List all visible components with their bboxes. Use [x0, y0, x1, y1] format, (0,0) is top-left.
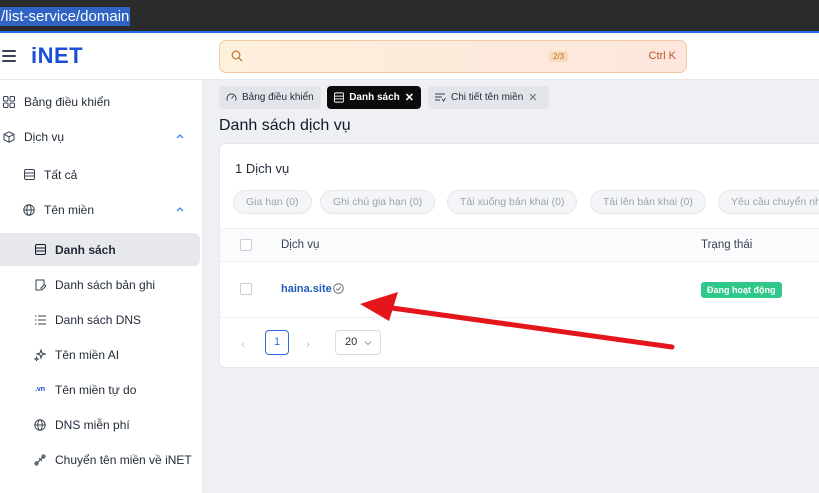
menu-icon[interactable] [2, 50, 16, 62]
row-checkbox[interactable] [240, 283, 252, 295]
database-icon [33, 243, 47, 257]
service-list-card: 1 Dịch vụ Gia hạn (0) Ghi chú gia hạn (0… [219, 143, 819, 368]
tab-label: Bảng điều khiển [242, 92, 314, 103]
table-header: Dịch vụ Trạng thái [220, 228, 819, 262]
cube-icon [2, 130, 16, 144]
sidebar-item-domains[interactable]: Tên miền [0, 193, 200, 226]
page-size-select[interactable]: 20 [335, 330, 381, 355]
list-icon [33, 313, 47, 327]
filter-upload-declaration[interactable]: Tải lên bản khai (0) [590, 190, 706, 214]
column-service[interactable]: Dịch vụ [281, 239, 319, 251]
sidebar-item-ai-domain[interactable]: Tên miền AI [0, 338, 200, 371]
status-badge: Đang hoạt động [701, 282, 782, 298]
sidebar-item-label: Bảng điều khiển [24, 94, 111, 109]
tab-list[interactable]: Danh sách ✕ [327, 86, 421, 109]
page-size-value: 20 [345, 336, 358, 348]
search-input[interactable]: 2/3 Ctrl K [219, 40, 687, 73]
sidebar-item-dns[interactable]: Danh sách DNS [0, 303, 200, 336]
chevron-up-icon [176, 207, 184, 212]
sidebar-item-label: Danh sách DNS [55, 312, 142, 327]
chevron-up-icon [176, 134, 184, 139]
document-edit-icon [33, 278, 47, 292]
globe-icon [33, 418, 47, 432]
sidebar-item-all[interactable]: Tất cả [0, 158, 200, 191]
sidebar-item-label: Danh sách [55, 242, 116, 257]
search-icon [231, 50, 243, 62]
sidebar-item-label: Tất cả [44, 167, 78, 182]
tab-label: Chi tiết tên miền [451, 92, 524, 103]
sidebar-item-label: Tên miền AI [55, 347, 120, 362]
filter-download-declaration[interactable]: Tải xuống bản khai (0) [447, 190, 578, 214]
database-icon [22, 168, 36, 182]
chevron-down-icon [364, 341, 372, 346]
verified-icon [333, 283, 344, 294]
domain-link[interactable]: haina.site [281, 283, 332, 295]
transfer-icon [33, 453, 47, 467]
filter-transfer-request[interactable]: Yêu cầu chuyển nh [718, 190, 819, 214]
gauge-icon [226, 93, 237, 101]
page-title: Danh sách dịch vụ [219, 117, 351, 134]
sidebar-item-label: Danh sách bản ghi [55, 277, 156, 292]
dashboard-icon [2, 95, 16, 109]
tab-domain-detail[interactable]: Chi tiết tên miền ✕ [428, 86, 549, 109]
list-filter-icon [435, 93, 446, 102]
close-icon[interactable]: ✕ [405, 91, 414, 104]
browser-url-bar[interactable]: /list-service/domain [0, 0, 819, 33]
search-pager-badge: 2/3 [549, 51, 569, 62]
sidebar-item-list[interactable]: Danh sách [0, 233, 200, 266]
sidebar-item-dashboard[interactable]: Bảng điều khiển [0, 85, 200, 118]
tab-label: Danh sách [349, 92, 400, 103]
sidebar-item-services[interactable]: Dịch vụ [0, 120, 200, 153]
sidebar-item-label: Dịch vụ [24, 129, 65, 144]
table-row[interactable]: haina.site Đang hoạt động [220, 262, 819, 318]
sidebar-item-free-domain[interactable]: .vn Tên miền tự do [0, 373, 200, 406]
next-page-button[interactable]: › [306, 337, 310, 351]
service-count: 1 Dịch vụ [235, 161, 290, 176]
sidebar-item-free-dns[interactable]: DNS miễn phí [0, 408, 200, 441]
sidebar-item-label: Tên miền [44, 202, 95, 217]
sidebar-item-label: DNS miễn phí [55, 417, 130, 432]
close-icon[interactable]: ✕ [528, 91, 537, 104]
tab-dashboard[interactable]: Bảng điều khiển [219, 86, 321, 109]
filter-renew[interactable]: Gia hạn (0) [233, 190, 312, 214]
sidebar-item-records[interactable]: Danh sách bản ghi [0, 268, 200, 301]
select-all-checkbox[interactable] [240, 239, 252, 251]
column-status[interactable]: Trạng thái [701, 239, 752, 251]
sidebar: Bảng điều khiển Dịch vụ Tất cả Tên miền … [0, 80, 203, 493]
search-shortcut: Ctrl K [648, 50, 677, 62]
database-icon [334, 92, 345, 103]
vn-icon: .vn [34, 386, 46, 393]
sparkles-icon [33, 348, 47, 362]
sidebar-item-transfer[interactable]: Chuyển tên miền về iNET [0, 443, 200, 476]
sidebar-item-label: Chuyển tên miền về iNET [55, 452, 192, 467]
inet-logo[interactable]: iNET [31, 43, 83, 69]
prev-page-button[interactable]: ‹ [241, 337, 245, 351]
url-text[interactable]: /list-service/domain [0, 7, 131, 26]
page-1-button[interactable]: 1 [265, 330, 289, 355]
app-header: iNET 2/3 Ctrl K [0, 33, 819, 80]
filter-renew-note[interactable]: Ghi chú gia hạn (0) [320, 190, 436, 214]
pagination: ‹ 1 › 20 [220, 330, 819, 356]
sidebar-item-label: Tên miền tự do [55, 382, 137, 397]
globe-icon [22, 203, 36, 217]
